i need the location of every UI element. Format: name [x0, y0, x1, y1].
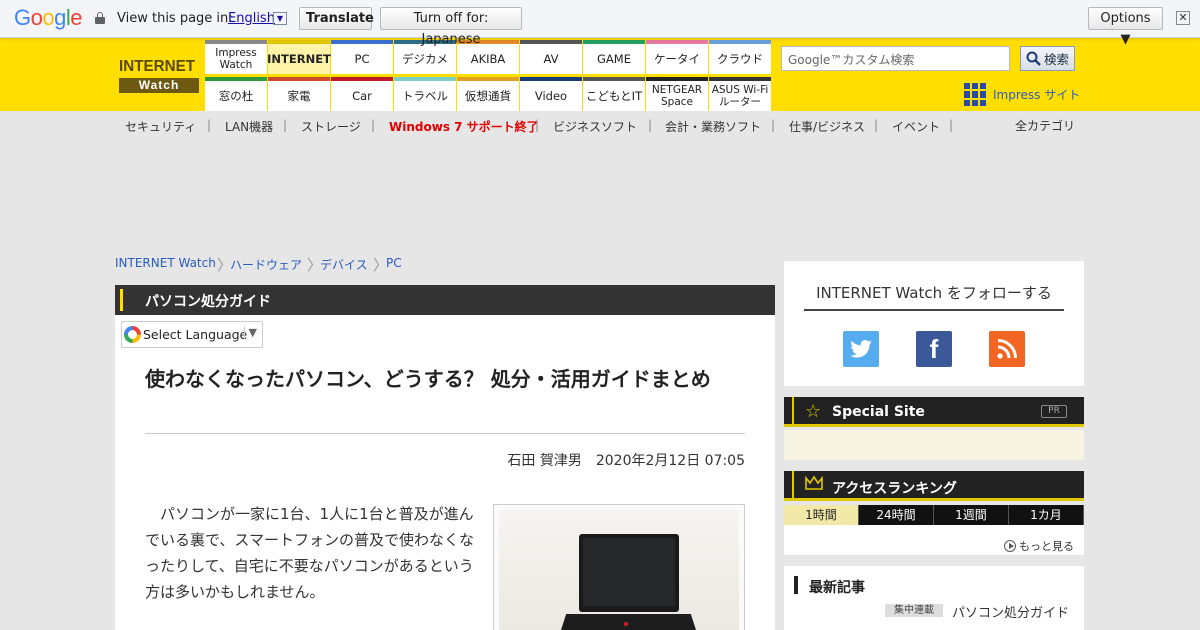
category-tab[interactable]: GAME — [583, 40, 645, 74]
category-tab[interactable]: クラウド — [709, 40, 771, 74]
subnav-item-accounting[interactable]: 会計・業務ソフト — [665, 118, 761, 135]
site-header: INTERNET Watch Impress Watch INTERNET PC デジ… — [0, 38, 1200, 111]
tab-1month[interactable]: 1カ月 — [1009, 505, 1084, 525]
tab-1hour[interactable]: 1時間 — [784, 505, 859, 525]
google-logo: Google — [14, 5, 83, 30]
subnav-item-windows7[interactable]: Windows 7 サポート終了 — [389, 118, 539, 135]
category-tab[interactable]: 家電 — [268, 77, 330, 111]
play-icon — [1004, 540, 1016, 552]
ranking-tabs: 1時間 24時間 1週間 1カ月 — [784, 505, 1084, 525]
category-tab[interactable]: INTERNET — [267, 40, 331, 74]
facebook-icon[interactable]: f — [916, 331, 952, 367]
subnav-item-business-software[interactable]: ビジネスソフト — [553, 118, 637, 135]
search-button[interactable]: 検索 — [1020, 46, 1075, 71]
breadcrumb-item[interactable]: ハードウェア — [230, 256, 302, 273]
grid-icon — [964, 83, 987, 106]
article: パソコン処分ガイド Select Language ▼ 使わなくなったパソコン、… — [115, 285, 775, 630]
follow-box: INTERNET Watch をフォローする f — [784, 261, 1084, 386]
laptop-image — [499, 510, 739, 630]
star-icon: ☆ — [805, 401, 822, 422]
ranking-list: もっと見る — [784, 525, 1084, 555]
category-tab[interactable]: トラベル — [394, 77, 456, 111]
crown-icon — [805, 475, 823, 496]
series-badge: 集中連載 — [885, 604, 943, 617]
breadcrumb-item[interactable]: PC — [386, 256, 402, 270]
close-icon[interactable]: ✕ — [1176, 11, 1190, 25]
category-nav: Impress Watch INTERNET PC デジカメ AKIBA AV GAME ケー… — [205, 40, 771, 111]
follow-title: INTERNET Watch をフォローする — [816, 284, 1052, 302]
category-tab[interactable]: NETGEAR Space — [646, 77, 708, 111]
special-site-header: ☆ Special Site PR — [784, 397, 1084, 427]
sub-navigation: セキュリティ | LAN機器 | ストレージ | Windows 7 サポート終… — [125, 117, 1076, 135]
impress-site-link[interactable]: Impress サイト — [964, 83, 1080, 106]
category-tab[interactable]: 窓の杜 — [205, 77, 267, 111]
divider — [145, 433, 745, 434]
category-tab[interactable]: AV — [520, 40, 582, 74]
series-title[interactable]: パソコン処分ガイド — [145, 291, 271, 311]
rss-icon[interactable] — [989, 331, 1025, 367]
language-link[interactable]: English — [228, 11, 275, 26]
category-tab[interactable]: こどもとIT — [583, 77, 645, 111]
category-tab[interactable]: Car — [331, 77, 393, 111]
subnav-item-events[interactable]: イベント — [892, 118, 940, 135]
latest-articles: 最新記事 集中連載 パソコン処分ガイド — [784, 566, 1084, 630]
category-tab[interactable]: Video — [520, 77, 582, 111]
publish-date: 2020年2月12日 07:05 — [595, 453, 745, 469]
tab-24hours[interactable]: 24時間 — [859, 505, 934, 525]
lock-icon — [95, 12, 105, 24]
options-button[interactable]: Options ▼ — [1088, 7, 1163, 47]
article-body: パソコンが一家に1台、1人に1台と普及が進んでいる裏で、スマートフォンの普及で使… — [145, 505, 474, 601]
all-categories-link[interactable]: 全カテゴリ — [1015, 117, 1075, 134]
more-link[interactable]: もっと見る — [1004, 538, 1074, 554]
special-site-content — [784, 430, 1084, 460]
category-tab[interactable]: PC — [331, 40, 393, 74]
breadcrumb-item[interactable]: INTERNET Watch — [115, 256, 216, 270]
latest-title: 最新記事 — [809, 580, 865, 596]
latest-article-link[interactable]: パソコン処分ガイド — [952, 602, 1069, 621]
subnav-item-work[interactable]: 仕事/ビジネス — [789, 118, 865, 135]
google-g-icon — [124, 326, 141, 343]
article-headline: 使わなくなったパソコン、どうする？ 処分・活用ガイドまとめ — [145, 367, 711, 391]
chevron-down-icon: ▼ — [243, 326, 257, 339]
breadcrumb-item[interactable]: デバイス — [320, 256, 368, 273]
series-header: パソコン処分ガイド — [115, 285, 775, 315]
search-icon — [1026, 51, 1041, 66]
pr-badge: PR — [1041, 405, 1067, 418]
author: 石田 賀津男 — [507, 453, 582, 469]
translate-bar: Google View this page in: English ▼ Tran… — [0, 0, 1200, 47]
category-tab[interactable]: 仮想通貨 — [457, 77, 519, 111]
category-tab[interactable]: ASUS Wi-Fiルーター — [709, 77, 771, 111]
turn-off-button[interactable]: Turn off for: Japanese — [380, 7, 522, 47]
category-tab[interactable]: ケータイ — [646, 40, 708, 74]
translate-prompt: View this page in: — [117, 11, 233, 26]
category-tab[interactable]: Impress Watch — [205, 40, 267, 74]
chevron-down-icon[interactable]: ▼ — [273, 12, 287, 25]
site-logo[interactable]: INTERNET Watch — [119, 58, 199, 96]
byline: 石田 賀津男 2020年2月12日 07:05 — [507, 450, 745, 470]
subnav-item-storage[interactable]: ストレージ — [301, 118, 361, 135]
ranking-header: アクセスランキング — [784, 471, 1084, 501]
article-photo[interactable] — [493, 504, 745, 630]
search-input[interactable]: Google™カスタム検索 — [781, 46, 1010, 71]
tab-1week[interactable]: 1週間 — [934, 505, 1009, 525]
subnav-item-lan[interactable]: LAN機器 — [225, 118, 273, 135]
language-select[interactable]: Select Language ▼ — [121, 321, 263, 348]
subnav-item-security[interactable]: セキュリティ — [125, 118, 196, 135]
twitter-icon[interactable] — [843, 331, 879, 367]
translate-button[interactable]: Translate — [299, 7, 374, 30]
